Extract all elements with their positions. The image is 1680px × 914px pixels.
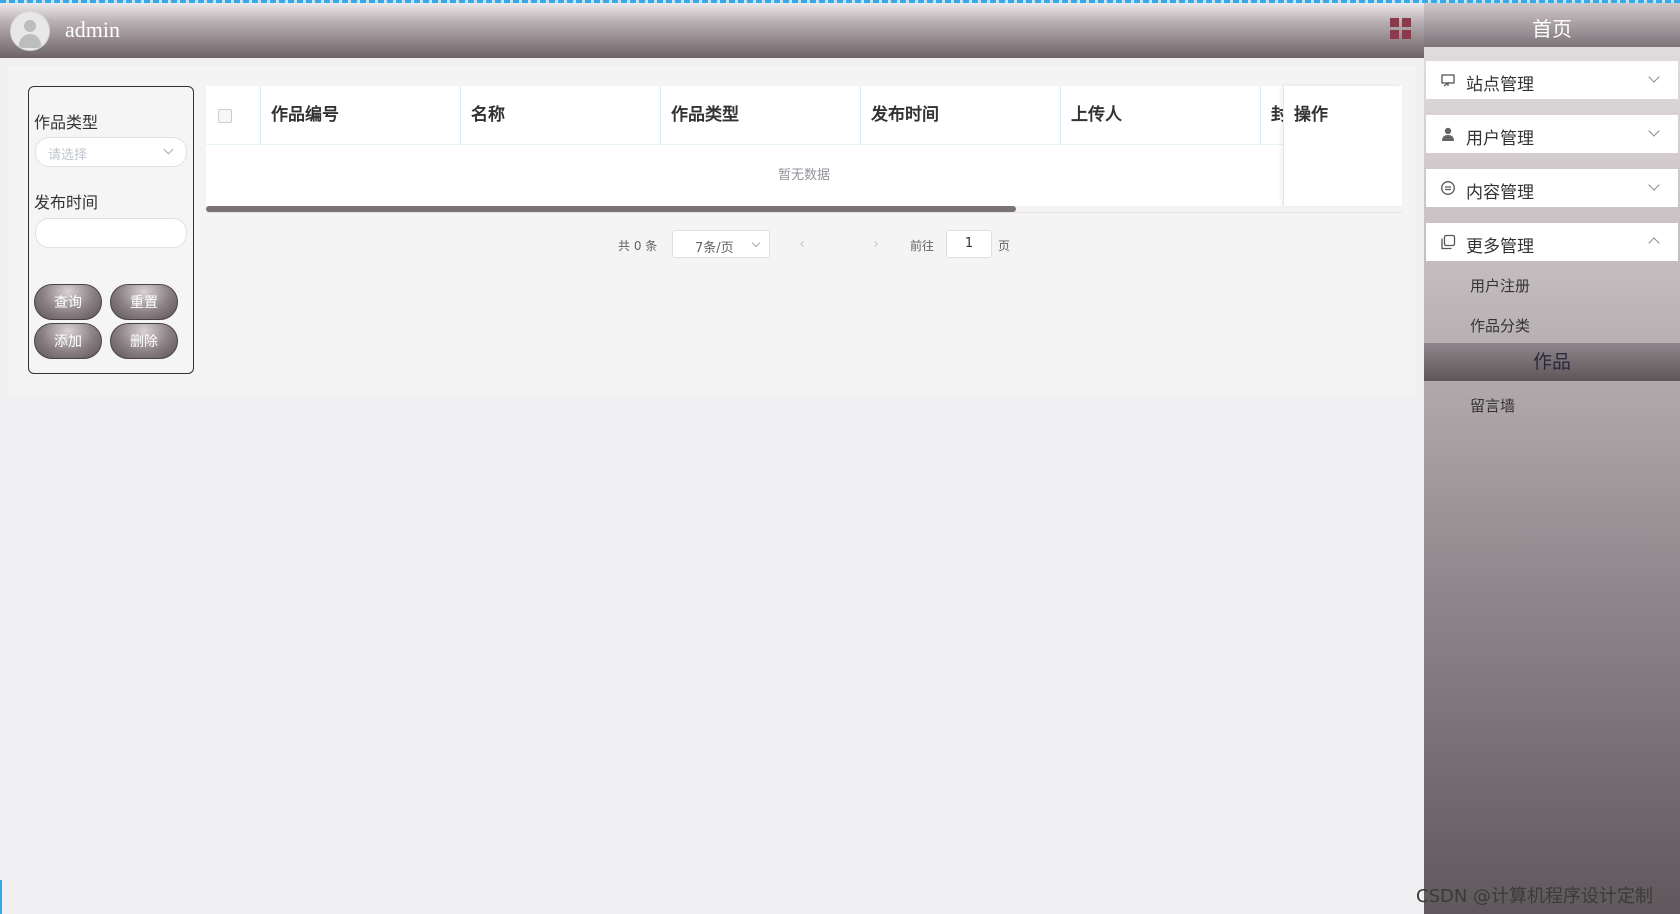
goto-input[interactable]: 1 <box>946 230 992 258</box>
prev-page-button[interactable]: ‹ <box>786 230 818 258</box>
menu-user-label: 用户管理 <box>1466 129 1534 149</box>
menu-site-label: 站点管理 <box>1466 75 1534 95</box>
table-header: 作品编号 名称 作品类型 发布时间 上传人 封 <box>206 86 1402 145</box>
menu-more-label: 更多管理 <box>1466 237 1534 257</box>
scroll-track <box>206 212 1402 213</box>
chevron-down-icon <box>163 144 174 155</box>
delete-button[interactable]: 删除 <box>110 323 178 359</box>
page-size-value: 7条/页 <box>695 241 734 256</box>
pagination-total: 共 0 条 <box>618 239 658 253</box>
page-size-select[interactable]: 7条/页 <box>672 230 770 258</box>
select-all-cell <box>206 86 261 144</box>
next-page-button[interactable]: › <box>860 230 892 258</box>
page-suffix: 页 <box>998 239 1011 253</box>
chevron-down-icon <box>751 238 761 248</box>
type-select-placeholder: 请选择 <box>48 148 88 163</box>
time-label: 发布时间 <box>34 193 99 212</box>
query-button[interactable]: 查询 <box>34 284 102 320</box>
goto-label: 前往 <box>910 239 935 253</box>
submenu-user-register[interactable]: 用户注册 <box>1470 275 1530 296</box>
menu-more[interactable]: 更多管理 <box>1426 223 1678 261</box>
col-type[interactable]: 作品类型 <box>661 86 861 144</box>
user-icon <box>1442 127 1454 141</box>
chevron-down-icon <box>1648 125 1660 137</box>
menu-user[interactable]: 用户管理 <box>1426 115 1678 153</box>
sidebar-works-section[interactable]: 作品 <box>1424 343 1680 381</box>
col-uploader[interactable]: 上传人 <box>1061 86 1261 144</box>
reset-button[interactable]: 重置 <box>110 284 178 320</box>
chevron-up-icon <box>1648 237 1660 249</box>
top-header: admin <box>0 3 1424 58</box>
chevron-down-icon <box>1648 71 1660 83</box>
horizontal-scrollbar[interactable] <box>206 206 1016 212</box>
search-form: 作品类型 请选择 发布时间 查询 重置 添加 删除 <box>28 86 194 374</box>
username: admin <box>65 17 120 42</box>
left-accent-line <box>0 880 2 914</box>
main-panel: 作品类型 请选择 发布时间 查询 重置 添加 删除 作品编号 名称 作品类型 发… <box>8 66 1416 396</box>
right-sidebar: 首页 站点管理 用户管理 内容管理 更多管理 用户注册 作品分类 作品 留言墙 <box>1424 3 1680 914</box>
col-action: 操作 <box>1294 105 1328 125</box>
chevron-down-icon <box>1648 179 1660 191</box>
type-select[interactable]: 请选择 <box>35 137 187 167</box>
select-all-checkbox[interactable] <box>218 109 232 123</box>
monitor-icon <box>1441 74 1455 87</box>
time-input[interactable] <box>35 218 187 248</box>
col-id[interactable]: 作品编号 <box>261 86 461 144</box>
action-column: 操作 <box>1283 86 1402 206</box>
copy-icon <box>1441 234 1456 250</box>
comment-icon <box>1441 181 1455 195</box>
menu-content-label: 内容管理 <box>1466 183 1534 203</box>
sidebar-home[interactable]: 首页 <box>1424 3 1680 47</box>
add-button[interactable]: 添加 <box>34 323 102 359</box>
menu-site[interactable]: 站点管理 <box>1426 61 1678 99</box>
page-number-area <box>820 230 856 258</box>
grid-menu-icon[interactable] <box>1390 18 1412 40</box>
menu-content[interactable]: 内容管理 <box>1426 169 1678 207</box>
col-name[interactable]: 名称 <box>461 86 661 144</box>
col-time[interactable]: 发布时间 <box>861 86 1061 144</box>
avatar[interactable] <box>10 11 50 51</box>
empty-text: 暂无数据 <box>777 168 830 183</box>
submenu-message-wall[interactable]: 留言墙 <box>1470 395 1515 416</box>
type-label: 作品类型 <box>34 113 99 132</box>
watermark: CSDN @计算机程序设计定制 <box>1416 886 1654 907</box>
submenu-work-category[interactable]: 作品分类 <box>1470 315 1530 336</box>
works-table: 作品编号 名称 作品类型 发布时间 上传人 封 暂无数据 操作 <box>206 86 1402 206</box>
